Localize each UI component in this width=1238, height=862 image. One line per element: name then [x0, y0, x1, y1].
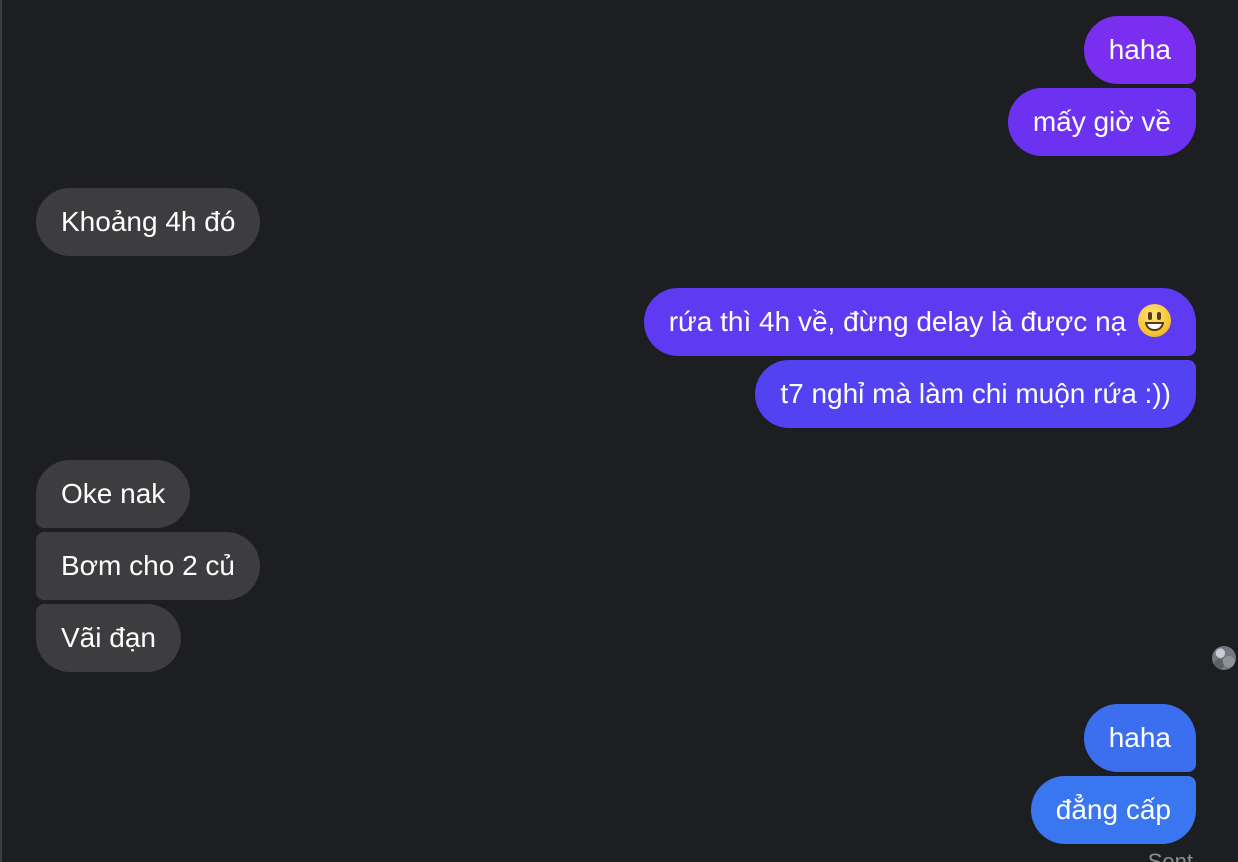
message-bubble-outgoing[interactable]: đẳng cấp — [1030, 776, 1196, 844]
message-bubble-incoming[interactable]: Khoảng 4h đó — [36, 188, 261, 256]
message-bubble-outgoing[interactable]: t7 nghỉ mà làm chi muộn rứa :)) — [755, 360, 1196, 428]
message-text: haha — [1108, 34, 1171, 65]
user-avatar-icon[interactable] — [1212, 646, 1236, 670]
message-status: Sent — [1147, 849, 1193, 862]
message-bubble-outgoing[interactable]: haha — [1083, 704, 1196, 772]
message-text: haha — [1108, 722, 1171, 753]
message-text: t7 nghỉ mà làm chi muộn rứa :)) — [780, 378, 1171, 409]
message-text: mấy giờ về — [1032, 106, 1171, 137]
message-text: rứa thì 4h về, đừng delay là được nạ — [668, 306, 1127, 337]
message-bubble-outgoing[interactable]: mấy giờ về — [1007, 88, 1196, 156]
message-text: Oke nak — [61, 478, 166, 509]
message-bubble-outgoing[interactable]: haha — [1083, 16, 1196, 84]
message-bubble-incoming[interactable]: Oke nak — [36, 460, 191, 528]
left-edge-divider — [0, 0, 2, 862]
message-text: Khoảng 4h đó — [61, 206, 236, 237]
message-bubble-incoming[interactable]: Vãi đạn — [36, 604, 181, 672]
message-text: Bơm cho 2 củ — [61, 550, 235, 581]
grinning-face-emoji-icon — [1138, 304, 1171, 337]
message-text: đẳng cấp — [1055, 794, 1171, 825]
message-bubble-incoming[interactable]: Bơm cho 2 củ — [36, 532, 260, 600]
message-text: Vãi đạn — [61, 622, 156, 653]
message-bubble-outgoing[interactable]: rứa thì 4h về, đừng delay là được nạ — [643, 288, 1196, 356]
